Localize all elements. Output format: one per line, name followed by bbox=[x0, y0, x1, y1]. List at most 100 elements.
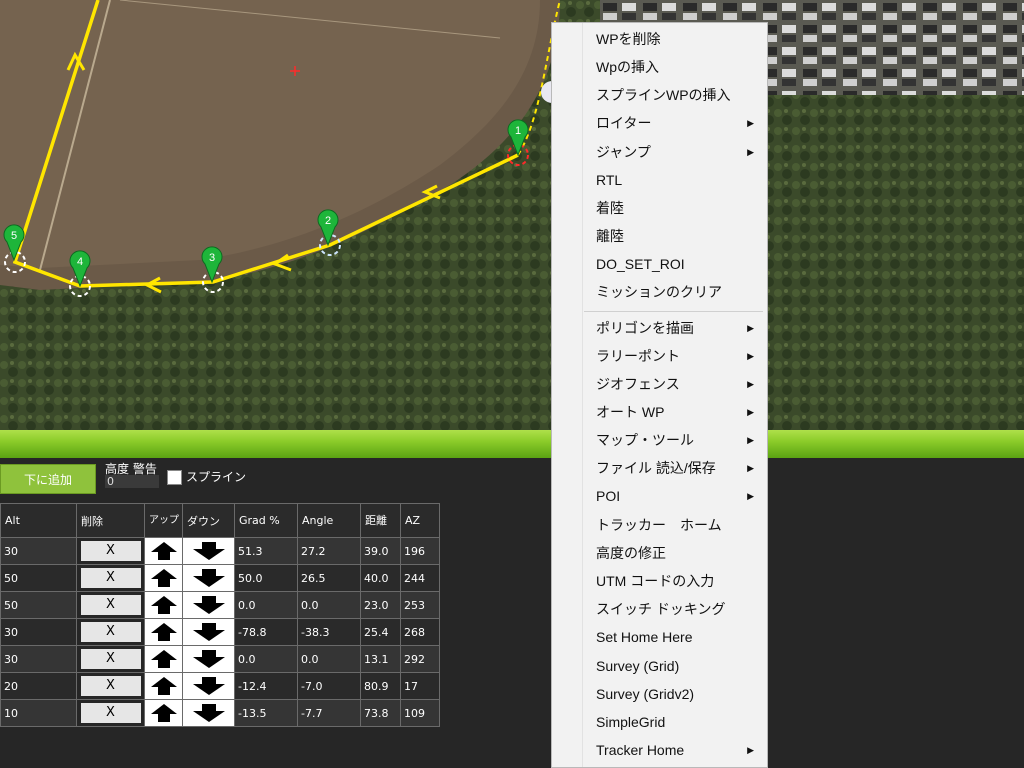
move-up-button[interactable] bbox=[144, 672, 183, 700]
move-down-button[interactable] bbox=[182, 537, 235, 565]
menu-separator bbox=[584, 311, 763, 312]
cell-alt[interactable]: 10 bbox=[0, 699, 77, 727]
menu-item[interactable]: 離陸 bbox=[596, 222, 766, 250]
delete-row-button[interactable]: X bbox=[80, 703, 141, 723]
cell-angle: 27.2 bbox=[297, 537, 361, 565]
table-row[interactable]: 20 X -12.4 -7.0 80.9 17 bbox=[0, 672, 440, 700]
delete-row-button[interactable]: X bbox=[80, 676, 141, 696]
menu-item[interactable]: Survey (Grid) bbox=[596, 652, 766, 680]
menu-item-label: SimpleGrid bbox=[596, 714, 666, 730]
table-row[interactable]: 30 X 0.0 0.0 13.1 292 bbox=[0, 645, 440, 673]
cell-alt[interactable]: 30 bbox=[0, 645, 77, 673]
menu-item[interactable]: オート WP ▶ bbox=[596, 398, 766, 426]
col-grad[interactable]: Grad % bbox=[234, 503, 298, 538]
svg-text:4: 4 bbox=[77, 256, 83, 268]
move-down-button[interactable] bbox=[182, 672, 235, 700]
col-distance[interactable]: 距離 bbox=[360, 503, 401, 538]
menu-item[interactable]: Wpの挿入 bbox=[596, 53, 766, 81]
menu-item[interactable]: ジオフェンス ▶ bbox=[596, 370, 766, 398]
altitude-warning-input[interactable]: 0 bbox=[105, 475, 159, 488]
move-up-button[interactable] bbox=[144, 645, 183, 673]
panel-splitter[interactable] bbox=[0, 430, 1024, 458]
cell-alt[interactable]: 50 bbox=[0, 564, 77, 592]
submenu-arrow-icon: ▶ bbox=[747, 435, 754, 445]
col-az[interactable]: AZ bbox=[400, 503, 440, 538]
delete-row-button[interactable]: X bbox=[80, 622, 141, 642]
menu-item[interactable]: Set Home Here bbox=[596, 623, 766, 651]
menu-item[interactable]: ジャンプ ▶ bbox=[596, 138, 766, 166]
col-alt[interactable]: Alt bbox=[0, 503, 77, 538]
move-down-button[interactable] bbox=[182, 618, 235, 646]
menu-item-label: ラリーポント bbox=[596, 348, 680, 364]
table-header-row: Alt 削除 アップ ダウン Grad % Angle 距離 AZ bbox=[0, 503, 440, 538]
cell-angle: -7.0 bbox=[297, 672, 361, 700]
menu-item[interactable]: ミッションのクリア bbox=[596, 278, 766, 306]
cell-alt[interactable]: 20 bbox=[0, 672, 77, 700]
menu-item-label: スイッチ ドッキング bbox=[596, 601, 726, 617]
cell-delete: X bbox=[76, 564, 145, 592]
cell-alt[interactable]: 30 bbox=[0, 618, 77, 646]
delete-row-button[interactable]: X bbox=[80, 595, 141, 615]
cell-distance: 25.4 bbox=[360, 618, 401, 646]
cell-alt[interactable]: 50 bbox=[0, 591, 77, 619]
cell-distance: 13.1 bbox=[360, 645, 401, 673]
menu-item[interactable]: 高度の修正 bbox=[596, 539, 766, 567]
move-up-button[interactable] bbox=[144, 618, 183, 646]
move-up-button[interactable] bbox=[144, 564, 183, 592]
move-down-button[interactable] bbox=[182, 591, 235, 619]
menu-item[interactable]: ファイル 読込/保存 ▶ bbox=[596, 454, 766, 482]
menu-item[interactable]: ポリゴンを描画 ▶ bbox=[596, 314, 766, 342]
spline-label: スプライン bbox=[186, 470, 247, 484]
table-row[interactable]: 30 X 51.3 27.2 39.0 196 bbox=[0, 537, 440, 565]
cell-distance: 39.0 bbox=[360, 537, 401, 565]
menu-item-label: DO_SET_ROI bbox=[596, 256, 685, 272]
cell-grad: 51.3 bbox=[234, 537, 298, 565]
delete-row-button[interactable]: X bbox=[80, 568, 141, 588]
arrow-down-icon bbox=[183, 649, 234, 669]
col-angle[interactable]: Angle bbox=[297, 503, 361, 538]
submenu-arrow-icon: ▶ bbox=[747, 463, 754, 473]
table-row[interactable]: 10 X -13.5 -7.7 73.8 109 bbox=[0, 699, 440, 727]
move-down-button[interactable] bbox=[182, 699, 235, 727]
move-up-button[interactable] bbox=[144, 699, 183, 727]
arrow-up-icon bbox=[145, 595, 182, 615]
menu-item[interactable]: スイッチ ドッキング bbox=[596, 595, 766, 623]
cell-angle: -7.7 bbox=[297, 699, 361, 727]
add-below-button[interactable]: 下に追加 bbox=[0, 464, 96, 494]
delete-row-button[interactable]: X bbox=[80, 541, 141, 561]
map-view[interactable]: 1 2 3 4 5 bbox=[0, 0, 1024, 430]
menu-item[interactable]: ロイター ▶ bbox=[596, 109, 766, 137]
menu-icon-gutter bbox=[552, 23, 583, 767]
move-down-button[interactable] bbox=[182, 645, 235, 673]
table-row[interactable]: 30 X -78.8 -38.3 25.4 268 bbox=[0, 618, 440, 646]
col-down[interactable]: ダウン bbox=[182, 503, 235, 538]
menu-item-label: トラッカー ホーム bbox=[596, 517, 722, 533]
menu-item[interactable]: 着陸 bbox=[596, 194, 766, 222]
menu-item[interactable]: Survey (Gridv2) bbox=[596, 680, 766, 708]
menu-item[interactable]: マップ・ツール ▶ bbox=[596, 426, 766, 454]
submenu-arrow-icon: ▶ bbox=[747, 323, 754, 333]
menu-item-label: UTM コードの入力 bbox=[596, 573, 715, 589]
menu-item[interactable]: SimpleGrid bbox=[596, 708, 766, 736]
col-up[interactable]: アップ bbox=[144, 503, 183, 538]
move-up-button[interactable] bbox=[144, 591, 183, 619]
table-row[interactable]: 50 X 0.0 0.0 23.0 253 bbox=[0, 591, 440, 619]
cell-angle: 26.5 bbox=[297, 564, 361, 592]
move-down-button[interactable] bbox=[182, 564, 235, 592]
delete-row-button[interactable]: X bbox=[80, 649, 141, 669]
spline-checkbox[interactable] bbox=[167, 470, 182, 485]
cell-az: 17 bbox=[400, 672, 440, 700]
table-row[interactable]: 50 X 50.0 26.5 40.0 244 bbox=[0, 564, 440, 592]
col-delete[interactable]: 削除 bbox=[76, 503, 145, 538]
menu-item[interactable]: トラッカー ホーム bbox=[596, 511, 766, 539]
menu-item[interactable]: POI ▶ bbox=[596, 482, 766, 510]
menu-item[interactable]: Tracker Home ▶ bbox=[596, 736, 766, 764]
move-up-button[interactable] bbox=[144, 537, 183, 565]
menu-item[interactable]: RTL bbox=[596, 166, 766, 194]
menu-item[interactable]: ラリーポント ▶ bbox=[596, 342, 766, 370]
menu-item[interactable]: スプラインWPの挿入 bbox=[596, 81, 766, 109]
menu-item[interactable]: DO_SET_ROI bbox=[596, 250, 766, 278]
menu-item[interactable]: WPを削除 bbox=[596, 25, 766, 53]
cell-alt[interactable]: 30 bbox=[0, 537, 77, 565]
menu-item[interactable]: UTM コードの入力 bbox=[596, 567, 766, 595]
